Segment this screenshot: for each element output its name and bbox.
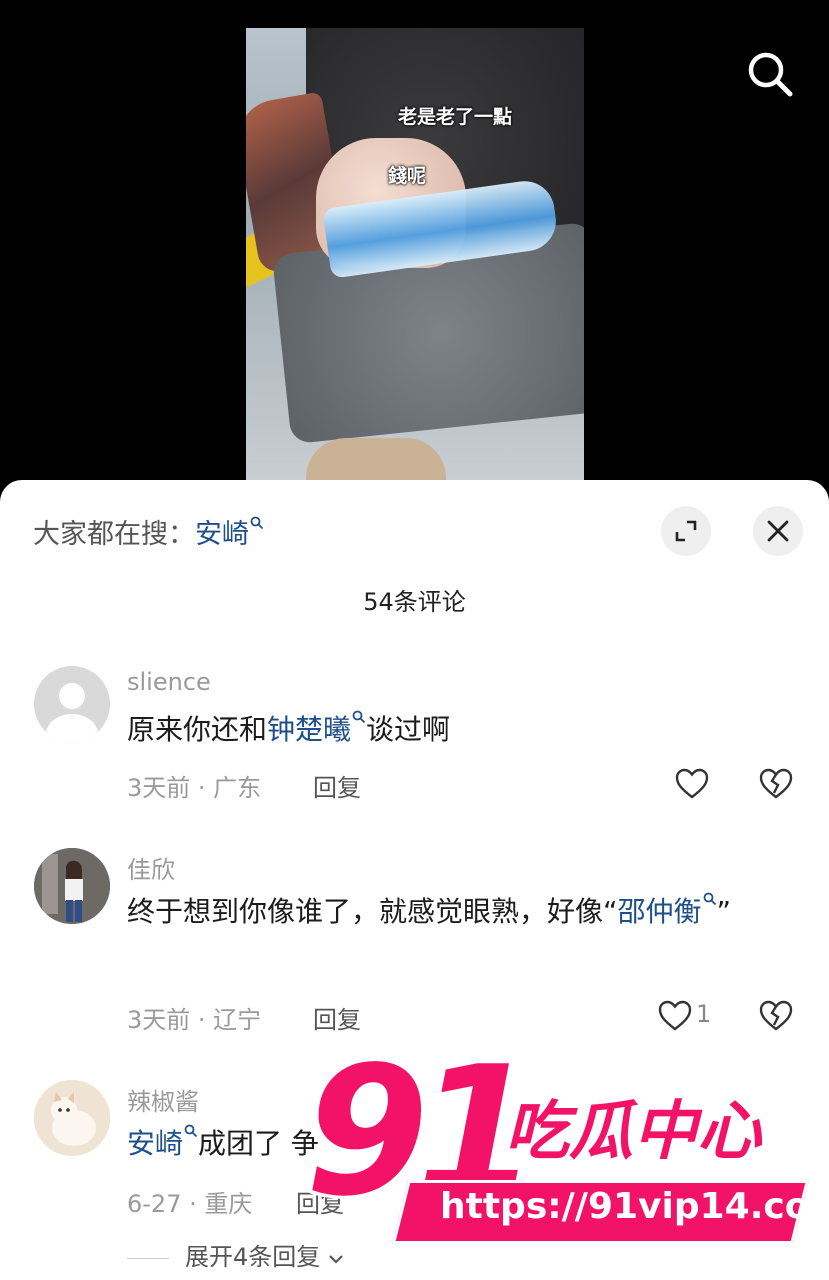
hot-search-label: 大家都在搜： <box>33 519 195 550</box>
close-icon[interactable] <box>753 506 803 556</box>
keyword-search-icon <box>184 1124 198 1138</box>
search-icon[interactable] <box>744 48 796 100</box>
avatar[interactable] <box>34 848 110 924</box>
broken-heart-icon[interactable] <box>758 766 794 802</box>
comment-time: 3天前 <box>127 1006 191 1034</box>
divider-line <box>127 1257 169 1259</box>
watermark-name: 吃瓜中心 <box>505 1095 761 1169</box>
comment-text-part: 原来你还和 <box>127 713 268 746</box>
comment-count: 54条评论 <box>363 588 466 616</box>
comment-meta: 3天前 · 广东 <box>127 774 262 802</box>
comment-keyword-link[interactable]: 邵仲衡 <box>618 895 702 928</box>
broken-heart-icon[interactable] <box>758 998 794 1034</box>
comment-text-part: 谈过啊 <box>366 713 451 746</box>
watermark-url: https://91vip14.com <box>440 1186 829 1227</box>
hot-search-bar[interactable]: 大家都在搜：安崎 <box>33 512 264 551</box>
expand-icon[interactable] <box>661 506 711 556</box>
comment-keyword-link[interactable]: 安崎 <box>127 1127 183 1160</box>
heart-icon[interactable] <box>674 766 710 802</box>
comment-text-part: ” <box>716 895 732 928</box>
expand-replies-label: 展开4条回复 <box>185 1243 321 1271</box>
comment-time: 3天前 <box>127 774 191 802</box>
avatar[interactable] <box>34 1080 110 1156</box>
comment-text: 原来你还和钟楚曦 谈过啊 <box>127 706 767 754</box>
comment-username[interactable]: slience <box>127 668 211 696</box>
keyword-search-icon <box>703 892 716 906</box>
reply-button[interactable]: 回复 <box>313 768 361 803</box>
avatar[interactable] <box>34 666 110 742</box>
video-caption: 錢呢 <box>387 165 426 187</box>
video-caption: 老是老了一點 <box>397 106 512 128</box>
comment-location: 辽宁 <box>213 1006 262 1034</box>
hot-search-keyword[interactable]: 安崎 <box>195 519 249 550</box>
comment-location: 广东 <box>213 774 262 802</box>
heart-icon[interactable] <box>657 998 693 1034</box>
comment-username[interactable]: 辣椒酱 <box>127 1082 199 1117</box>
comment-meta: 3天前 · 辽宁 <box>127 1006 262 1034</box>
video-player[interactable]: 老是老了一點 錢呢 <box>246 28 584 480</box>
comment-text: 终于想到你像谁了，就感觉眼熟，好像“邵仲衡 ” <box>127 888 737 936</box>
comment-text-part: 成团了 争 <box>198 1127 319 1160</box>
keyword-search-icon <box>250 516 264 530</box>
like-count: 1 <box>696 1000 712 1028</box>
comment-text-part: 终于想到你像谁了，就感觉眼熟，好像“ <box>127 895 618 928</box>
comment-time: 6-27 <box>127 1190 182 1218</box>
comment-meta: 6-27 · 重庆 <box>127 1190 253 1218</box>
keyword-search-icon <box>352 710 366 724</box>
comment-username[interactable]: 佳欣 <box>127 850 175 885</box>
watermark-overlay: 91 吃瓜中心 https://91vip14.com <box>305 1028 829 1270</box>
comment-location: 重庆 <box>204 1190 253 1218</box>
comment-keyword-link[interactable]: 钟楚曦 <box>267 713 351 746</box>
video-frame-shoe <box>306 438 446 480</box>
